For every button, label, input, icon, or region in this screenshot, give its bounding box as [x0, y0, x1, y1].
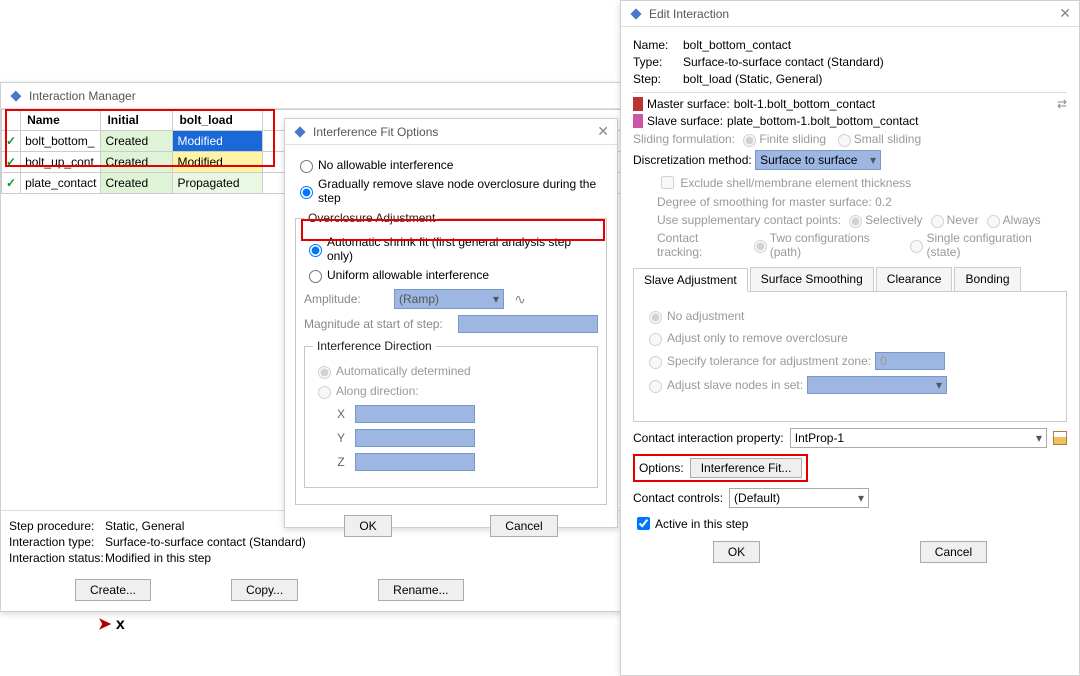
rename-button[interactable]: Rename... [378, 579, 463, 601]
y-input [355, 429, 475, 447]
abaqus-icon [9, 89, 23, 103]
fit-title: Interference Fit Options [313, 125, 597, 139]
tab-slave-adjustment[interactable]: Slave Adjustment [633, 268, 748, 292]
abaqus-icon [293, 125, 307, 139]
radio-adjust-tolerance: Specify tolerance for adjustment zone:0 [644, 352, 1056, 370]
radio-adjust-overclosure: Adjust only to remove overclosure [644, 330, 1056, 346]
node-set-combo [807, 376, 947, 394]
interference-direction-fieldset: Interference Direction Automatically det… [304, 339, 598, 488]
swap-surfaces-icon[interactable]: ⇄ [1057, 97, 1067, 111]
interaction-step: bolt_load (Static, General) [683, 72, 822, 86]
col-boltload[interactable]: bolt_load [173, 110, 263, 131]
radio-along-direction: Along direction: [313, 383, 589, 399]
radio-small-sliding [838, 134, 851, 147]
check-icon: ✓ [2, 131, 21, 152]
mgr-titlebar[interactable]: Interaction Manager [1, 83, 623, 109]
radio-no-adjustment: No adjustment [644, 308, 1056, 324]
edit-titlebar[interactable]: Edit Interaction ✕ [621, 1, 1079, 27]
edit-interaction-window: Edit Interaction ✕ Name:bolt_bottom_cont… [620, 0, 1080, 676]
active-checkbox[interactable] [637, 517, 650, 530]
create-button[interactable]: Create... [75, 579, 151, 601]
highlight-box-options: Options: Interference Fit... [633, 454, 808, 482]
radio-adjust-set: Adjust slave nodes in set: [644, 376, 1056, 394]
fit-ok-button[interactable]: OK [344, 515, 391, 537]
discretization-combo[interactable]: Surface to surface [755, 150, 881, 170]
active-checkbox-row[interactable]: Active in this step [633, 514, 1067, 533]
adjustment-tabs: Slave Adjustment Surface Smoothing Clear… [633, 267, 1067, 292]
exclude-shell-checkbox [661, 176, 674, 189]
col-initial[interactable]: Initial [101, 110, 173, 131]
radio-auto-shrink[interactable]: Automatic shrink fit (first general anal… [304, 235, 598, 263]
z-input [355, 453, 475, 471]
col-name[interactable]: Name [21, 110, 101, 131]
x-input [355, 405, 475, 423]
fit-titlebar[interactable]: Interference Fit Options ✕ [285, 119, 617, 145]
contact-property-combo[interactable]: IntProp-1 [790, 428, 1047, 448]
edit-ok-button[interactable]: OK [713, 541, 760, 563]
slave-adjustment-panel: No adjustment Adjust only to remove over… [633, 292, 1067, 422]
contact-controls-combo[interactable]: (Default) [729, 488, 869, 508]
slave-surface: plate_bottom-1.bolt_bottom_contact [727, 114, 918, 128]
tab-bonding[interactable]: Bonding [954, 267, 1020, 291]
overclosure-fieldset: Overclosure Adjustment Automatic shrink … [295, 211, 607, 505]
slave-surface-icon [633, 114, 643, 128]
tab-clearance[interactable]: Clearance [876, 267, 953, 291]
fit-cancel-button[interactable]: Cancel [490, 515, 557, 537]
interaction-name: bolt_bottom_contact [683, 38, 791, 52]
check-icon: ✓ [2, 152, 21, 173]
abaqus-icon [629, 7, 643, 21]
radio-no-interference[interactable]: No allowable interference [295, 157, 607, 173]
radio-uniform[interactable]: Uniform allowable interference [304, 267, 598, 283]
property-table-icon[interactable] [1053, 431, 1067, 445]
close-icon[interactable]: ✕ [1059, 5, 1071, 22]
interference-fit-window: Interference Fit Options ✕ No allowable … [284, 118, 618, 528]
check-icon: ✓ [2, 173, 21, 194]
interference-fit-button[interactable]: Interference Fit... [690, 458, 803, 478]
radio-finite-sliding [743, 134, 756, 147]
edit-cancel-button[interactable]: Cancel [920, 541, 987, 563]
tolerance-input: 0 [875, 352, 945, 370]
interaction-type: Surface-to-surface contact (Standard) [683, 55, 884, 69]
radio-auto-direction: Automatically determined [313, 363, 589, 379]
magnitude-input [458, 315, 598, 333]
copy-button[interactable]: Copy... [231, 579, 298, 601]
edit-title: Edit Interaction [649, 7, 1059, 21]
amplitude-combo[interactable]: (Ramp) [394, 289, 504, 309]
master-surface-icon [633, 97, 643, 111]
close-icon[interactable]: ✕ [597, 123, 609, 140]
tab-surface-smoothing[interactable]: Surface Smoothing [750, 267, 874, 291]
mgr-title: Interaction Manager [29, 89, 615, 103]
red-arrow-annotation: ➤ [98, 614, 125, 634]
radio-gradually-remove[interactable]: Gradually remove slave node overclosure … [295, 177, 607, 205]
master-surface: bolt-1.bolt_bottom_contact [734, 97, 875, 111]
amplitude-curve-icon[interactable]: ∿ [508, 291, 532, 308]
